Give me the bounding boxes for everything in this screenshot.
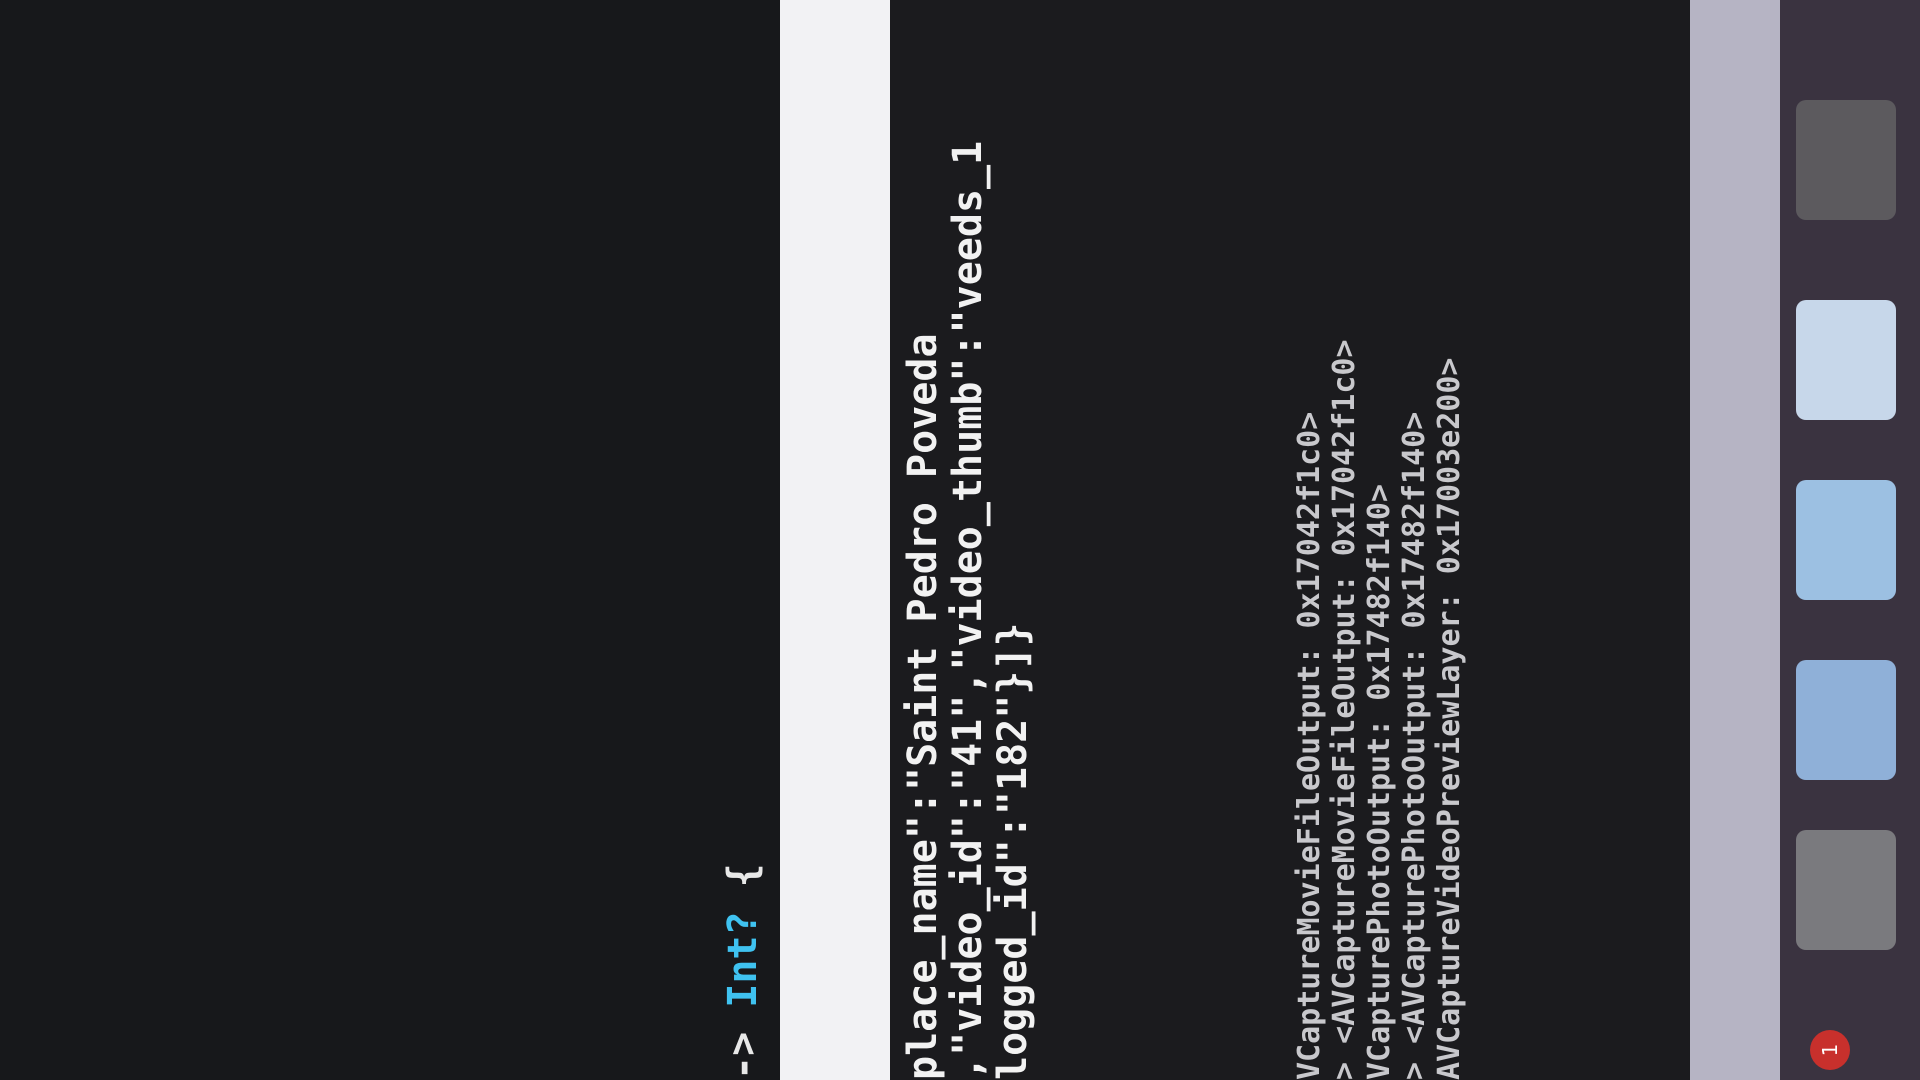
rotated-screen: -> Int? { place_name":"Saint Pedro Poved…	[0, 0, 1920, 1080]
dock-document-icon[interactable]	[1796, 300, 1896, 420]
notification-badge: 1	[1810, 1030, 1850, 1070]
pane-divider[interactable]	[780, 0, 890, 1080]
dock-folder-icon[interactable]	[1796, 480, 1896, 600]
json-output-line: logged_id":"182"}]}	[990, 622, 1036, 1080]
log-line: > <AVCapturePhotoOutput: 0x17482f140>	[1397, 411, 1432, 1080]
function-signature-line: -> Int? {	[720, 863, 766, 1080]
dock-photo-icon[interactable]	[1796, 100, 1896, 220]
dock: 1	[1780, 0, 1920, 1080]
json-output-line: place_name":"Saint Pedro Poveda	[900, 333, 946, 1080]
return-type: Int?	[720, 911, 766, 1008]
debug-console[interactable]: place_name":"Saint Pedro Poveda ,"video_…	[890, 0, 1690, 1080]
return-arrow: ->	[720, 1007, 766, 1080]
log-line: AVCaptureVideoPreviewLayer: 0x17003e200>	[1432, 357, 1467, 1080]
log-line: VCaptureMovieFileOutput: 0x17042f1c0>	[1292, 411, 1327, 1080]
code-editor[interactable]: -> Int? {	[0, 0, 780, 1080]
dock-app-icon[interactable]	[1796, 830, 1896, 950]
json-output-line: ,"video_id":"41","video_thumb":"veeds_1	[945, 140, 991, 1080]
window-sidebar	[1690, 0, 1780, 1080]
open-brace: {	[720, 863, 766, 912]
log-line: > <AVCaptureMovieFileOutput: 0x17042f1c0…	[1327, 339, 1362, 1080]
log-line: VCapturePhotoOutput: 0x17482f140>	[1362, 483, 1397, 1080]
dock-folder-icon[interactable]	[1796, 660, 1896, 780]
